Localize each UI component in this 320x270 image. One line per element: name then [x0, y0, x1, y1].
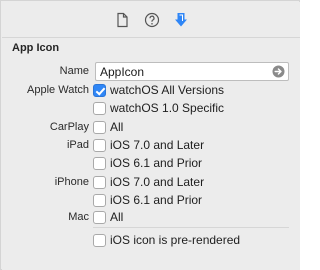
name-field[interactable]: AppIcon: [95, 62, 289, 81]
attributes-inspector-icon[interactable]: [172, 11, 190, 29]
option-label: iOS 6.1 and Prior: [110, 156, 203, 170]
platform-label-carplay: CarPlay: [49, 121, 89, 133]
platform-label-apple-watch: Apple Watch: [27, 84, 89, 96]
checkbox[interactable]: [93, 102, 106, 115]
quick-help-icon[interactable]: [143, 11, 161, 29]
checkbox[interactable]: [93, 121, 106, 134]
option-label: iOS 7.0 and Later: [110, 138, 205, 152]
option-label: All: [110, 210, 124, 224]
option-label: iOS icon is pre-rendered: [110, 233, 241, 247]
file-inspector-icon[interactable]: [113, 11, 131, 29]
platform-label-ipad: iPad: [66, 139, 89, 151]
checkbox[interactable]: [93, 139, 106, 152]
section-title: App Icon: [12, 42, 60, 54]
option-label: watchOS 1.0 Specific: [110, 101, 225, 115]
checkbox[interactable]: [93, 157, 106, 170]
option-label: watchOS All Versions: [110, 83, 225, 97]
inspector-tab-bar: [2, 2, 300, 38]
option-label: All: [110, 120, 124, 134]
checkbox[interactable]: [93, 211, 106, 224]
checkbox[interactable]: [93, 176, 106, 189]
checkbox[interactable]: [93, 194, 106, 207]
inspector-panel: App Icon Name AppIcon Apple Watch watchO…: [0, 0, 300, 270]
go-arrow-icon[interactable]: [272, 65, 285, 78]
name-label: Name: [59, 65, 89, 77]
checkbox[interactable]: [93, 84, 106, 97]
divider: [93, 227, 289, 228]
name-value: AppIcon: [100, 65, 145, 79]
platform-label-mac: Mac: [68, 211, 89, 223]
checkbox[interactable]: [93, 234, 106, 247]
platform-label-iphone: iPhone: [54, 176, 89, 188]
option-label: iOS 6.1 and Prior: [110, 193, 203, 207]
option-label: iOS 7.0 and Later: [110, 175, 205, 189]
